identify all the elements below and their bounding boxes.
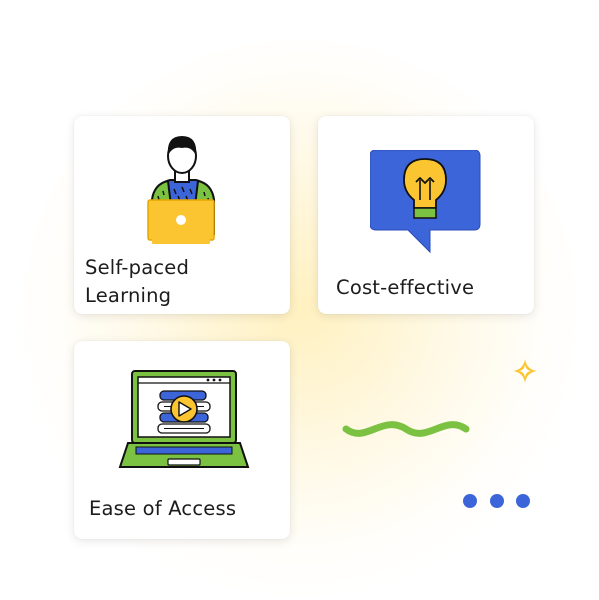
feature-card-cost-effective: Cost-effective	[318, 116, 534, 314]
feature-card-ease-of-access: Ease of Access	[74, 341, 290, 539]
laptop-video-icon	[118, 370, 250, 468]
card-label: Ease of Access	[89, 497, 237, 520]
card-label: Self-paced Learning	[85, 256, 190, 307]
squiggle-icon	[342, 421, 470, 437]
feature-card-self-paced: Self-paced Learning	[74, 116, 290, 314]
lightbulb-speech-bubble-icon	[370, 150, 481, 254]
person-laptop-icon	[147, 136, 215, 244]
dots-icon	[463, 494, 530, 508]
sparkle-icon	[513, 359, 537, 383]
card-label: Cost-effective	[336, 276, 475, 299]
